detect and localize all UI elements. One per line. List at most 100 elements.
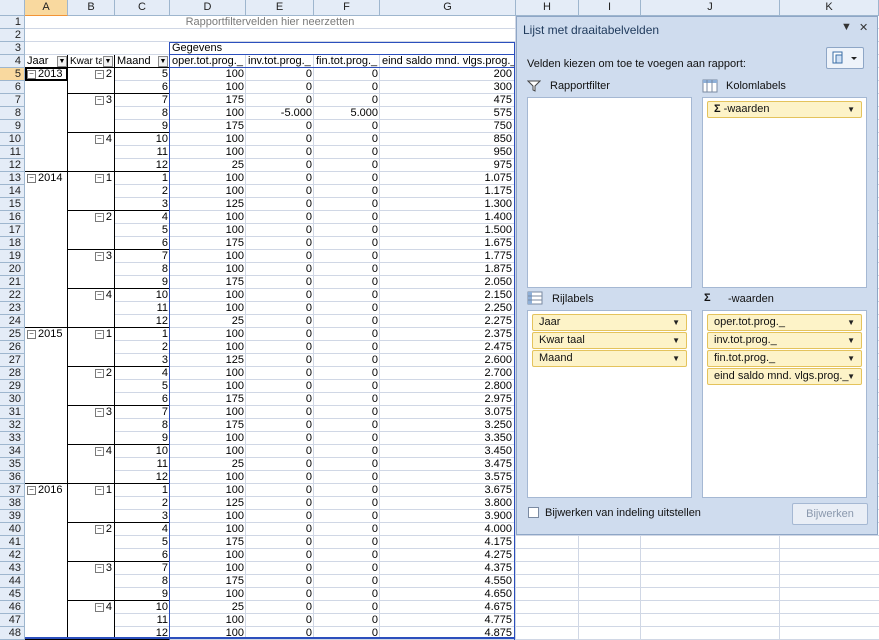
chevron-down-icon[interactable]: ▼ [847,315,855,330]
oper-cell[interactable]: 100 [170,510,246,523]
panel-options-icon[interactable]: ▼ [841,21,852,33]
inv-cell[interactable]: 0 [246,471,314,484]
oper-cell[interactable]: 175 [170,419,246,432]
eind-cell[interactable]: 975 [380,159,514,172]
inv-cell[interactable]: 0 [246,133,314,146]
row-header-5[interactable]: 5 [0,68,25,81]
eind-cell[interactable]: 2.800 [380,380,514,393]
fin-cell[interactable]: 0 [314,601,380,614]
oper-cell[interactable]: 100 [170,549,246,562]
maand-cell[interactable]: 11 [115,302,170,315]
inv-cell[interactable]: 0 [246,120,314,133]
collapse-icon[interactable]: − [94,212,104,222]
inv-cell[interactable]: 0 [246,419,314,432]
column-header-g[interactable]: G [380,0,516,16]
row-header-29[interactable]: 29 [0,380,25,393]
row-header-19[interactable]: 19 [0,250,25,263]
row-header-34[interactable]: 34 [0,445,25,458]
eind-cell[interactable]: 1.075 [380,172,514,185]
fin-cell[interactable]: 0 [314,562,380,575]
oper-cell[interactable]: 100 [170,263,246,276]
field-chip[interactable]: Kwar taal ▼ [532,332,687,349]
field-chip[interactable]: oper.tot.prog._ ▼ [707,314,862,331]
fin-cell[interactable]: 0 [314,198,380,211]
inv-cell[interactable]: 0 [246,510,314,523]
row-header-26[interactable]: 26 [0,341,25,354]
row-header-20[interactable]: 20 [0,263,25,276]
oper-cell[interactable]: 25 [170,601,246,614]
maand-cell[interactable]: 1 [115,484,170,497]
row-header-43[interactable]: 43 [0,562,25,575]
inv-cell[interactable]: 0 [246,172,314,185]
row-header-9[interactable]: 9 [0,120,25,133]
inv-cell[interactable]: 0 [246,549,314,562]
eind-cell[interactable]: 300 [380,81,514,94]
inv-cell[interactable]: 0 [246,328,314,341]
inv-cell[interactable]: 0 [246,94,314,107]
row-header-3[interactable]: 3 [0,42,25,55]
field-chip[interactable]: Σ -waarden ▼ [707,101,862,118]
collapse-icon[interactable]: − [94,134,104,144]
row-header-12[interactable]: 12 [0,159,25,172]
inv-cell[interactable]: 0 [246,341,314,354]
fin-cell[interactable]: 0 [314,588,380,601]
eind-cell[interactable]: 4.675 [380,601,514,614]
eind-cell[interactable]: 3.900 [380,510,514,523]
oper-cell[interactable]: 100 [170,406,246,419]
layout-button[interactable] [826,47,864,69]
row-header-25[interactable]: 25 [0,328,25,341]
eind-cell[interactable]: 2.275 [380,315,514,328]
oper-cell[interactable]: 100 [170,562,246,575]
column-header-f[interactable]: F [314,0,380,16]
oper-cell[interactable]: 100 [170,432,246,445]
eind-cell[interactable]: 3.350 [380,432,514,445]
row-labels-area[interactable]: Jaar ▼ Kwar taal ▼ Maand ▼ [527,310,692,498]
report-filter-area[interactable] [527,97,692,288]
fin-cell[interactable]: 0 [314,614,380,627]
report-filter-drop-zone[interactable]: Rapportfiltervelden hier neerzetten [25,16,515,29]
row-kwartaal[interactable]: −2 [68,367,114,380]
row-kwartaal[interactable]: −1 [68,484,114,497]
oper-cell[interactable]: 100 [170,523,246,536]
eind-cell[interactable]: 575 [380,107,514,120]
row-header-18[interactable]: 18 [0,237,25,250]
row-kwartaal[interactable]: −4 [68,289,114,302]
row-header-32[interactable]: 32 [0,419,25,432]
inv-cell[interactable]: 0 [246,276,314,289]
inv-cell[interactable]: 0 [246,458,314,471]
maand-cell[interactable]: 4 [115,367,170,380]
oper-cell[interactable]: 100 [170,107,246,120]
chevron-down-icon[interactable]: ▼ [672,351,680,366]
collapse-icon[interactable]: − [94,446,104,456]
eind-cell[interactable]: 1.675 [380,237,514,250]
fin-cell[interactable]: 0 [314,380,380,393]
row-header-2[interactable]: 2 [0,29,25,42]
oper-cell[interactable]: 175 [170,120,246,133]
field-chip[interactable]: eind saldo mnd. vlgs.prog._ ▼ [707,368,862,385]
fin-cell[interactable]: 0 [314,81,380,94]
fin-cell[interactable]: 0 [314,471,380,484]
chevron-down-icon[interactable]: ▼ [847,333,855,348]
column-header-b[interactable]: B [68,0,115,16]
fin-cell[interactable]: 0 [314,497,380,510]
inv-cell[interactable]: 0 [246,367,314,380]
maand-cell[interactable]: 5 [115,536,170,549]
inv-cell[interactable]: 0 [246,601,314,614]
row-header-6[interactable]: 6 [0,81,25,94]
row-header-13[interactable]: 13 [0,172,25,185]
inv-cell[interactable]: 0 [246,497,314,510]
inv-cell[interactable]: 0 [246,198,314,211]
eind-cell[interactable]: 3.450 [380,445,514,458]
maand-cell[interactable]: 10 [115,289,170,302]
collapse-icon[interactable]: − [94,251,104,261]
maand-cell[interactable]: 2 [115,341,170,354]
fin-cell[interactable]: 0 [314,484,380,497]
row-header-47[interactable]: 47 [0,614,25,627]
inv-cell[interactable]: 0 [246,614,314,627]
eind-cell[interactable]: 1.500 [380,224,514,237]
fin-cell[interactable]: 0 [314,146,380,159]
row-header-28[interactable]: 28 [0,367,25,380]
oper-cell[interactable]: 100 [170,302,246,315]
maand-cell[interactable]: 8 [115,263,170,276]
chevron-down-icon[interactable]: ▼ [847,369,855,384]
